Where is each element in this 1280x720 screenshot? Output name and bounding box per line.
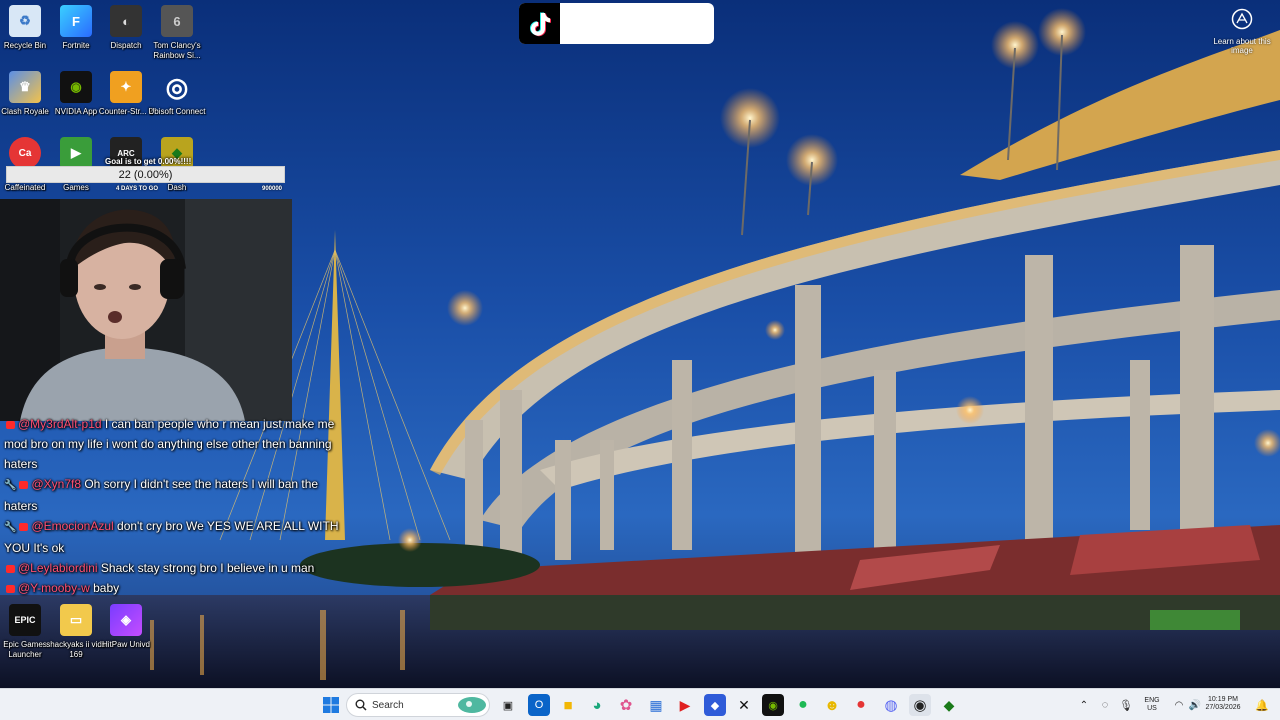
chat-text: baby [93,581,120,595]
tiktok-badge-icon [19,522,29,531]
obs-app[interactable]: ◉ [909,694,931,716]
spotify-app[interactable]: ● [792,694,814,716]
spotify-icon: ● [798,696,808,713]
app-yellow[interactable]: ☻ [821,694,843,716]
tiktok-badge-icon [6,564,15,573]
goal-progress-bar: 22 (0.00%) [6,166,285,183]
chat-message: @Leylabiordini Shack stay strong bro I b… [4,558,349,578]
youtube-icon: ▶ [679,696,691,713]
copilot-app[interactable]: ✿ [615,694,637,716]
desktop-icon-rainbow-six[interactable]: 6 Tom Clancy's Rainbow Si... [147,5,207,61]
goal-target: 900000 [262,186,283,192]
start-button[interactable] [320,694,342,716]
dispatch-icon: ◐ [110,5,142,37]
capcut-icon: ✕ [738,696,750,713]
task-view-icon: ▣ [502,699,514,712]
rainbow-six-icon: 6 [161,5,193,37]
hitpaw-icon: ◈ [110,604,142,636]
search-icon [355,699,367,711]
taskbar: Search ▣ O ■ ◕ ✿ ▦ ▶ ◆ ✕ ◉ ● ☻ ● ◍ ◉ ◆ ⌃… [0,688,1280,720]
chat-message: 🔧 @EmocionAzul don't cry bro We YES WE AR… [4,516,349,558]
caffeinated-app[interactable]: ● [850,694,872,716]
microphone-button[interactable]: 🎙 [1115,694,1137,716]
caffeinated-icon: ● [856,696,866,713]
goal-progress-text: 22 (0.00%) [118,169,173,181]
folder-icon: ▭ [60,604,92,636]
clash-royale-icon: ♛ [9,71,41,103]
volume-icon: 🔊 [1188,699,1202,711]
ubisoft-icon: ◎ [165,71,189,102]
chat-username: @Leylabiordini [18,561,98,575]
outlook-icon: O [534,699,544,711]
camera-spotlight-icon [1231,8,1253,30]
search-placeholder: Search [372,700,404,711]
file-explorer-app[interactable]: ■ [557,694,579,716]
capcut-app[interactable]: ✕ [733,694,755,716]
notifications-button[interactable]: 🔔 [1251,694,1273,716]
tiktok-live-widget [519,3,714,44]
learn-about-image-button[interactable]: Learn about this image [1212,8,1272,55]
app-blue[interactable]: ◆ [704,694,726,716]
tiktok-badge-icon [19,480,29,489]
language-indicator[interactable]: ENG US [1140,697,1164,713]
windows-logo-icon [323,697,339,713]
chat-message: 🔧 @Xyn7f8 Oh sorry I didn't see the hater… [4,474,349,516]
chat-text: Shack stay strong bro I believe in u man [100,561,315,575]
search-highlight-icon [458,697,486,713]
youtube-app[interactable]: ▶ [674,694,696,716]
games-folder-icon: ▶ [60,137,92,169]
chevron-up-icon: ⌃ [1079,699,1089,711]
edge-icon: ◕ [592,696,602,714]
nvidia-icon: ◉ [60,71,92,103]
tiktok-icon [519,3,560,44]
task-view-button[interactable]: ▣ [497,694,519,716]
network-icon: ◌ [1101,699,1109,711]
dash-icon: ◆ [943,696,955,713]
tray-overflow-button[interactable]: ⌃ [1073,694,1095,716]
chat-username: @EmocionAzul [31,519,114,533]
fortnite-icon: F [60,5,92,37]
chat-overlay: @My3rdAlt-p1d I can ban people who r mea… [4,414,349,598]
edge-app[interactable]: ◕ [586,694,608,716]
clock[interactable]: 10:19 PM 27/03/2026 [1202,696,1244,712]
app-blue-icon: ◆ [710,699,720,712]
wifi-icon: ◠ [1174,699,1184,711]
moderator-wrench-icon: 🔧 [4,480,17,491]
folder-icon: ■ [563,696,573,714]
goal-days-left: 4 DAYS TO GO [116,186,159,192]
bell-icon: 🔔 [1255,699,1269,712]
tiktok-badge-icon [6,420,15,429]
counter-strike-icon: ✦ [110,71,142,103]
obs-icon: ◉ [913,697,927,714]
outlook-app[interactable]: O [528,694,550,716]
discord-app[interactable]: ◍ [880,694,902,716]
chat-username: @My3rdAlt-p1d [18,417,102,431]
desktop-icon-hitpaw[interactable]: ◈ HitPaw Univd [96,604,156,650]
tiktok-badge-icon [6,584,15,593]
nvidia-app[interactable]: ◉ [762,694,784,716]
store-app[interactable]: ▦ [645,694,667,716]
store-icon: ▦ [649,696,663,713]
microphone-icon: 🎙 [1119,699,1133,712]
recycle-bin-icon: ♻ [9,5,41,37]
copilot-icon: ✿ [619,697,633,714]
epic-games-icon: EPIC [9,604,41,636]
chat-username: @Xyn7f8 [31,477,81,491]
app-yellow-icon: ☻ [824,696,840,714]
desktop-icon-ubisoft[interactable]: ◎ Ubisoft Connect [147,71,207,117]
taskbar-search[interactable]: Search [346,693,490,717]
discord-icon: ◍ [884,697,898,714]
dash-app[interactable]: ◆ [938,694,960,716]
caffeinated-icon: Ca [9,137,41,169]
webcam-feed [0,199,292,421]
chat-message: @My3rdAlt-p1d I can ban people who r mea… [4,414,349,474]
nvidia-icon: ◉ [768,699,778,712]
tray-app-button[interactable]: ◌ [1094,694,1116,716]
chat-username: @Y-mooby-w [18,581,90,595]
chat-message: @Y-mooby-w baby [4,578,349,598]
goal-caption: Goal is to get 0.00%!!!! [105,157,192,166]
moderator-wrench-icon: 🔧 [4,522,17,533]
